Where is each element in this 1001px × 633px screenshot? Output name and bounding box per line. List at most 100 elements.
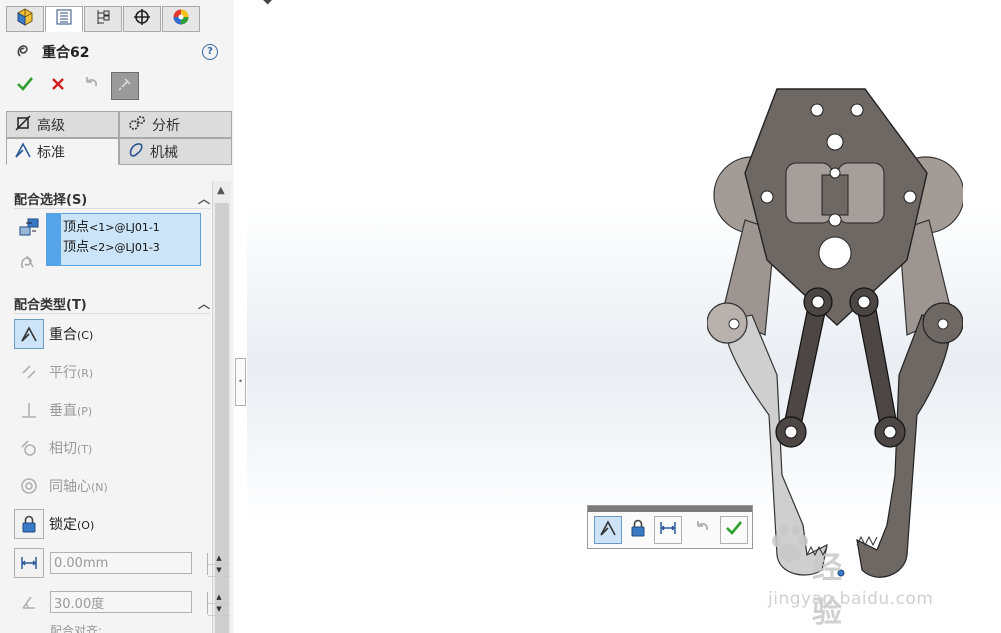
accept-icon bbox=[16, 75, 34, 97]
baidu-jingyan-watermark: 经验 jingyan.baidu.com bbox=[768, 523, 933, 630]
angle-input[interactable]: 30.00度 ▲ ▼ bbox=[50, 591, 230, 616]
distance-icon bbox=[659, 519, 677, 541]
tab-standard-label: 标准 bbox=[37, 144, 65, 161]
context-lock-button[interactable] bbox=[624, 516, 652, 544]
mate-type-label: 同轴心(N) bbox=[49, 479, 108, 495]
splitter-grip-icon[interactable]: • bbox=[235, 358, 246, 406]
perpendicular-icon bbox=[14, 395, 44, 425]
entities-to-mate-icon bbox=[18, 218, 40, 242]
lock-icon bbox=[14, 509, 44, 539]
list-item[interactable]: 顶点<1>@LJ01-1 bbox=[63, 216, 160, 235]
mate-type-concentric[interactable]: 同轴心(N) bbox=[14, 471, 210, 501]
property-manager-tab[interactable] bbox=[45, 6, 83, 32]
distance-icon[interactable] bbox=[14, 548, 44, 578]
context-accept-button[interactable] bbox=[720, 516, 748, 544]
tab-analysis-label: 分析 bbox=[152, 117, 180, 134]
cancel-button[interactable] bbox=[45, 73, 71, 99]
mechanical-cam-icon bbox=[128, 142, 144, 162]
coincident-icon bbox=[14, 319, 44, 349]
tab-mechanical[interactable]: 机械 bbox=[119, 138, 232, 165]
scroll-up-icon[interactable]: ▲ bbox=[217, 185, 225, 196]
watermark-url: jingyan.baidu.com bbox=[768, 589, 934, 609]
pm-title-row: 重合62 ? bbox=[14, 40, 224, 64]
display-manager-tab[interactable] bbox=[162, 6, 200, 32]
mate-type-label: 垂直(P) bbox=[49, 403, 93, 419]
configuration-manager-tab[interactable] bbox=[84, 6, 122, 32]
coincident-icon bbox=[599, 519, 617, 541]
configuration-manager-icon bbox=[94, 8, 112, 30]
graphics-area[interactable]: ◆ bbox=[247, 0, 1001, 633]
analysis-gears-icon bbox=[128, 115, 146, 135]
accept-button[interactable] bbox=[12, 73, 38, 99]
toolbar-drag-handle[interactable] bbox=[588, 506, 752, 512]
mate-selection-header[interactable]: 配合选择(S) ︿ bbox=[14, 188, 210, 209]
cancel-icon bbox=[50, 76, 66, 96]
selection-entity-type: 顶点 bbox=[63, 220, 90, 235]
selection-entity-ref: <2>@LJ01-3 bbox=[89, 241, 160, 254]
multi-mate-icon bbox=[18, 252, 38, 276]
lock-icon bbox=[629, 519, 647, 541]
baidu-paw-logo-icon bbox=[772, 524, 808, 562]
feature-manager-icon bbox=[15, 7, 35, 31]
mate-type-label: 锁定(O) bbox=[49, 517, 95, 533]
parallel-icon bbox=[14, 357, 44, 387]
feature-tree-flyout-icon: ◆ bbox=[263, 0, 272, 6]
undo-icon bbox=[693, 519, 711, 541]
accept-icon bbox=[725, 519, 743, 541]
mate-types-header[interactable]: 配合类型(T) ︿ bbox=[14, 293, 210, 314]
distance-row: 0.00mm ▲ ▼ bbox=[14, 548, 230, 578]
mate-icon bbox=[14, 41, 32, 63]
tab-analysis[interactable]: 分析 bbox=[119, 111, 232, 138]
help-icon[interactable]: ? bbox=[202, 44, 218, 60]
collapse-chevron-icon[interactable]: ︿ bbox=[198, 190, 210, 207]
angle-icon[interactable] bbox=[14, 587, 44, 617]
mate-type-perpendicular[interactable]: 垂直(P) bbox=[14, 395, 210, 425]
tab-advanced[interactable]: 高级 bbox=[6, 111, 119, 138]
selection-list-accent bbox=[47, 214, 61, 265]
dimxpert-tab[interactable] bbox=[123, 6, 161, 32]
distance-value: 0.00mm bbox=[54, 555, 109, 571]
list-item[interactable]: 顶点<2>@LJ01-3 bbox=[63, 236, 160, 255]
distance-input[interactable]: 0.00mm ▲ ▼ bbox=[50, 552, 230, 577]
standard-mate-icon bbox=[15, 141, 31, 162]
mate-type-label: 重合(C) bbox=[49, 327, 94, 343]
mate-alignment-label: 配合对齐: bbox=[50, 624, 103, 633]
undo-icon bbox=[82, 75, 100, 97]
distance-stepper[interactable]: ▲ ▼ bbox=[207, 553, 230, 577]
pm-action-row bbox=[12, 70, 146, 102]
angle-stepper[interactable]: ▲ ▼ bbox=[207, 592, 230, 616]
mate-type-tangent[interactable]: 相切(T) bbox=[14, 433, 210, 463]
mate-context-toolbar bbox=[587, 505, 753, 549]
angle-value: 30.00度 bbox=[54, 596, 105, 612]
selection-entity-type: 顶点 bbox=[63, 240, 90, 255]
dimxpert-icon bbox=[133, 8, 151, 30]
context-undo-button[interactable] bbox=[688, 516, 716, 544]
panel-splitter[interactable] bbox=[234, 0, 247, 633]
context-coincident-button[interactable] bbox=[594, 516, 622, 544]
mate-selection-list[interactable]: 顶点<1>@LJ01-1 顶点<2>@LJ01-3 bbox=[46, 213, 201, 266]
property-manager-panel: 重合62 ? 高级 分析 标准 机械 ▲ 配合选择(S) ︿ 顶点<1>@LJ0… bbox=[0, 0, 235, 633]
advanced-mate-icon bbox=[15, 114, 31, 135]
collapse-chevron-icon[interactable]: ︿ bbox=[198, 295, 210, 312]
watermark-brand: 经验 bbox=[812, 551, 843, 630]
context-distance-button[interactable] bbox=[654, 516, 682, 544]
pin-icon bbox=[118, 77, 132, 95]
tangent-icon bbox=[14, 433, 44, 463]
pm-sub-tabs: 高级 分析 标准 机械 bbox=[6, 111, 232, 165]
mate-selection-title: 配合选择(S) bbox=[14, 192, 88, 208]
angle-row: 30.00度 ▲ ▼ bbox=[14, 587, 230, 617]
page-title: 重合62 bbox=[42, 45, 90, 61]
concentric-icon bbox=[14, 471, 44, 501]
mate-type-lock[interactable]: 锁定(O) bbox=[14, 509, 210, 539]
tab-advanced-label: 高级 bbox=[37, 117, 65, 134]
mate-type-coincident[interactable]: 重合(C) bbox=[14, 319, 210, 349]
tab-standard[interactable]: 标准 bbox=[6, 138, 119, 165]
undo-button[interactable] bbox=[78, 73, 104, 99]
feature-manager-tab[interactable] bbox=[6, 6, 44, 32]
tab-mechanical-label: 机械 bbox=[150, 144, 178, 161]
selection-entity-ref: <1>@LJ01-1 bbox=[89, 221, 160, 234]
manager-tabs bbox=[6, 6, 201, 32]
pin-button[interactable] bbox=[111, 72, 139, 100]
display-manager-icon bbox=[172, 8, 190, 30]
mate-type-parallel[interactable]: 平行(R) bbox=[14, 357, 210, 387]
